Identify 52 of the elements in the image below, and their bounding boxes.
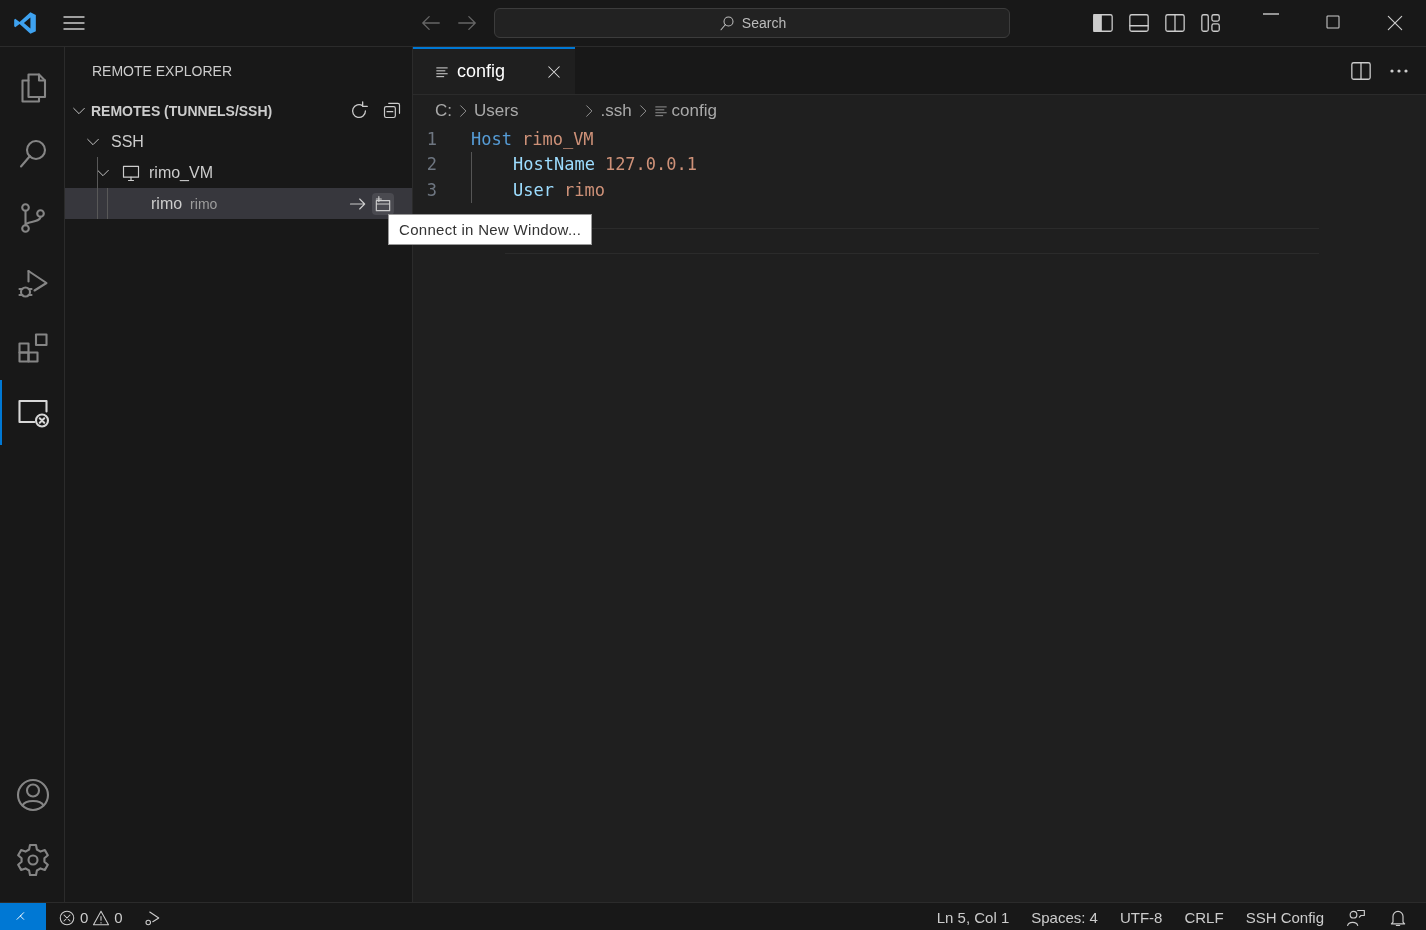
tree-item[interactable]: rimo_VM <box>65 157 412 188</box>
account-icon <box>15 776 51 813</box>
panel-layout-icon <box>1128 12 1150 34</box>
logo-icon <box>12 10 38 36</box>
line-number: 3 <box>425 179 438 200</box>
sidebar-title: REMOTE EXPLORER <box>92 63 233 79</box>
status-item[interactable]: CRLF <box>1184 909 1224 926</box>
status-item[interactable]: Ln 5, Col 1 <box>936 909 1010 926</box>
tree-item[interactable]: SSH <box>65 126 412 157</box>
split-editor-icon <box>1350 59 1372 82</box>
tooltip: Connect in New Window... <box>388 214 593 245</box>
editor-tab[interactable]: config <box>413 47 575 94</box>
code-keyword: Host <box>471 128 512 149</box>
section-title[interactable]: REMOTES (TUNNELS/SSH) <box>91 102 273 119</box>
tree-item[interactable]: rimo rimo <box>65 188 412 219</box>
new-window-icon <box>373 193 393 214</box>
settings-icon <box>15 841 51 878</box>
line-number: 2 <box>425 154 438 175</box>
status-item[interactable]: UTF-8 <box>1119 909 1163 926</box>
breadcrumb[interactable]: config <box>671 100 717 121</box>
breadcrumb[interactable]: Users <box>474 100 519 121</box>
tree-label: SSH <box>111 132 144 151</box>
tree-description: rimo <box>190 195 218 212</box>
search-field[interactable]: Search <box>494 8 1010 38</box>
code-keyword: HostName <box>513 154 595 175</box>
line-number: 1 <box>425 128 438 149</box>
feedback-icon <box>1346 907 1366 928</box>
tree-label: rimo <box>151 194 183 213</box>
split-layout-icon <box>1164 12 1186 34</box>
breadcrumb[interactable]: C: <box>435 100 452 121</box>
breadcrumb[interactable]: .ssh <box>600 100 632 121</box>
minimize-icon <box>1263 13 1279 15</box>
maximize-icon <box>1324 13 1342 31</box>
close-icon <box>1385 13 1405 33</box>
customize-layout-icon <box>1200 12 1222 34</box>
warning-icon <box>92 908 111 927</box>
file-lines-icon <box>653 103 668 118</box>
problems-button[interactable]: 0 0 <box>58 908 123 927</box>
status-item[interactable]: SSH Config <box>1245 909 1324 926</box>
new-window-button[interactable] <box>372 192 394 215</box>
sidebar-layout-icon <box>1092 12 1114 34</box>
code-keyword: User <box>513 179 554 200</box>
code-value: rimo <box>563 179 605 200</box>
tree-label: rimo_VM <box>149 163 213 182</box>
more-icon[interactable] <box>1390 68 1408 73</box>
file-lines-icon <box>435 64 449 79</box>
search-icon <box>717 14 736 32</box>
status-item[interactable]: Spaces: 4 <box>1031 909 1098 926</box>
error-icon <box>58 908 76 927</box>
code-value: 127.0.0.1 <box>604 154 697 175</box>
debug-icon <box>142 908 161 927</box>
code-value: rimo_VM <box>521 128 594 149</box>
